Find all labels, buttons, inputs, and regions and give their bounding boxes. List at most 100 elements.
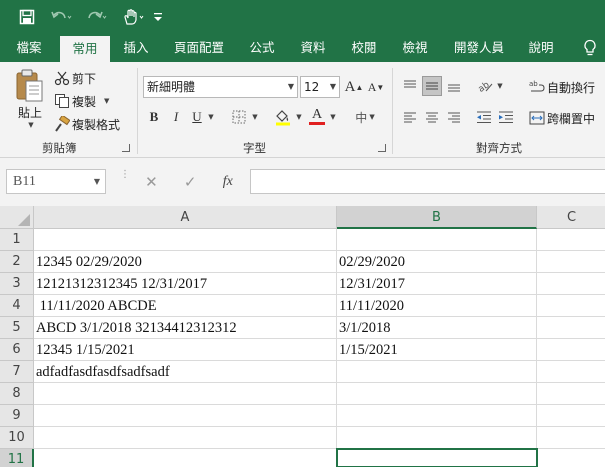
- cell-b9[interactable]: [337, 405, 537, 427]
- column-header-a[interactable]: A: [34, 206, 337, 229]
- font-color-button[interactable]: A: [307, 106, 327, 126]
- cell-c8[interactable]: [537, 383, 605, 405]
- row-header[interactable]: 2: [0, 251, 34, 273]
- cell-a2[interactable]: 12345 02/29/2020: [34, 251, 337, 273]
- row-header[interactable]: 5: [0, 317, 34, 339]
- row-header[interactable]: 10: [0, 427, 34, 449]
- tab-data[interactable]: 資料: [293, 34, 333, 62]
- column-header-b[interactable]: B: [337, 206, 537, 229]
- formula-input[interactable]: [250, 169, 605, 194]
- tab-insert[interactable]: 插入: [116, 34, 156, 62]
- tab-formulas[interactable]: 公式: [242, 34, 282, 62]
- cell-c2[interactable]: [537, 251, 605, 273]
- align-center-button[interactable]: [422, 107, 442, 127]
- font-family-select[interactable]: 新細明體 ▼: [143, 76, 298, 98]
- lightbulb-icon[interactable]: [577, 34, 603, 62]
- phonetic-guide-button[interactable]: 中 ▼: [350, 107, 380, 127]
- increase-font-size-button[interactable]: A ▲: [344, 77, 364, 97]
- active-cell-outline[interactable]: [336, 448, 538, 467]
- cell-a5[interactable]: ABCD 3/1/2018 32134412312312: [34, 317, 337, 339]
- cell-b6[interactable]: 1/15/2021: [337, 339, 537, 361]
- cell-c11[interactable]: [537, 449, 605, 467]
- merge-center-button[interactable]: 跨欄置中: [529, 108, 595, 128]
- cell-b8[interactable]: [337, 383, 537, 405]
- redo-icon[interactable]: [82, 5, 112, 29]
- fill-color-button[interactable]: [273, 107, 293, 127]
- tab-developer[interactable]: 開發人員: [446, 34, 512, 62]
- row-header[interactable]: 8: [0, 383, 34, 405]
- cell-a4[interactable]: 11/11/2020 ABCDE: [34, 295, 337, 317]
- cell-a6[interactable]: 12345 1/15/2021: [34, 339, 337, 361]
- cell-b4[interactable]: 11/11/2020: [337, 295, 537, 317]
- orientation-button[interactable]: ab ▼: [476, 76, 504, 96]
- format-painter-button[interactable]: 複製格式: [54, 114, 120, 134]
- cell-b5[interactable]: 3/1/2018: [337, 317, 537, 339]
- fill-color-dropdown[interactable]: ▼: [292, 107, 304, 127]
- cell-a11[interactable]: [34, 449, 337, 467]
- tab-review[interactable]: 校閱: [344, 34, 384, 62]
- borders-button[interactable]: [229, 107, 249, 127]
- align-middle-button[interactable]: [422, 76, 442, 96]
- cell-a7[interactable]: adfadfasdfasdfsadfsadf: [34, 361, 337, 383]
- align-bottom-button[interactable]: [444, 76, 464, 96]
- cell-c5[interactable]: [537, 317, 605, 339]
- underline-dropdown[interactable]: ▼: [204, 107, 216, 127]
- row-header[interactable]: 11: [0, 449, 34, 467]
- drag-handle-icon[interactable]: ⋮: [120, 170, 130, 180]
- decrease-font-size-button[interactable]: A ▼: [366, 77, 386, 97]
- cell-a1[interactable]: [34, 229, 337, 251]
- cell-a8[interactable]: [34, 383, 337, 405]
- cell-c6[interactable]: [537, 339, 605, 361]
- decrease-indent-button[interactable]: [474, 107, 494, 127]
- insert-function-button[interactable]: fx: [223, 174, 233, 190]
- align-right-button[interactable]: [444, 107, 464, 127]
- font-launcher-icon[interactable]: [378, 144, 386, 152]
- cell-b2[interactable]: 02/29/2020: [337, 251, 537, 273]
- cell-c7[interactable]: [537, 361, 605, 383]
- customize-icon[interactable]: [150, 5, 166, 29]
- cell-c10[interactable]: [537, 427, 605, 449]
- cell-b10[interactable]: [337, 427, 537, 449]
- tab-view[interactable]: 檢視: [395, 34, 435, 62]
- cell-a10[interactable]: [34, 427, 337, 449]
- select-all-button[interactable]: [0, 206, 34, 229]
- increase-indent-button[interactable]: [496, 107, 516, 127]
- tab-file[interactable]: 檔案: [6, 34, 52, 62]
- row-header[interactable]: 7: [0, 361, 34, 383]
- cell-c4[interactable]: [537, 295, 605, 317]
- cell-b3[interactable]: 12/31/2017: [337, 273, 537, 295]
- cell-c1[interactable]: [537, 229, 605, 251]
- row-header[interactable]: 6: [0, 339, 34, 361]
- row-header[interactable]: 3: [0, 273, 34, 295]
- tab-home[interactable]: 常用: [60, 36, 110, 62]
- undo-icon[interactable]: [46, 5, 76, 29]
- font-color-dropdown[interactable]: ▼: [326, 107, 338, 127]
- touch-mode-icon[interactable]: [118, 5, 148, 29]
- name-box[interactable]: B11 ▼: [6, 169, 106, 194]
- cell-b1[interactable]: [337, 229, 537, 251]
- save-icon[interactable]: [14, 5, 40, 29]
- tab-help[interactable]: 說明: [521, 34, 561, 62]
- column-header-c[interactable]: C: [537, 206, 605, 229]
- row-header[interactable]: 9: [0, 405, 34, 427]
- cell-a3[interactable]: 12121312312345 12/31/2017: [34, 273, 337, 295]
- italic-button[interactable]: I: [166, 107, 186, 127]
- confirm-icon[interactable]: ✓: [184, 173, 197, 191]
- copy-button[interactable]: 複製 ▼: [54, 91, 109, 111]
- align-left-button[interactable]: [400, 107, 420, 127]
- cell-c3[interactable]: [537, 273, 605, 295]
- borders-dropdown[interactable]: ▼: [248, 107, 260, 127]
- paste-button[interactable]: 貼上 ▼: [12, 68, 48, 134]
- cancel-icon[interactable]: ✕: [145, 173, 158, 191]
- cell-c9[interactable]: [537, 405, 605, 427]
- tab-page-layout[interactable]: 頁面配置: [166, 34, 232, 62]
- cell-b7[interactable]: [337, 361, 537, 383]
- cut-button[interactable]: 剪下: [54, 68, 96, 88]
- row-header[interactable]: 1: [0, 229, 34, 251]
- wrap-text-button[interactable]: ab 自動換行: [529, 77, 595, 97]
- bold-button[interactable]: B: [144, 107, 164, 127]
- align-top-button[interactable]: [400, 76, 420, 96]
- font-size-select[interactable]: 12 ▼: [300, 76, 340, 98]
- clipboard-launcher-icon[interactable]: [122, 144, 130, 152]
- row-header[interactable]: 4: [0, 295, 34, 317]
